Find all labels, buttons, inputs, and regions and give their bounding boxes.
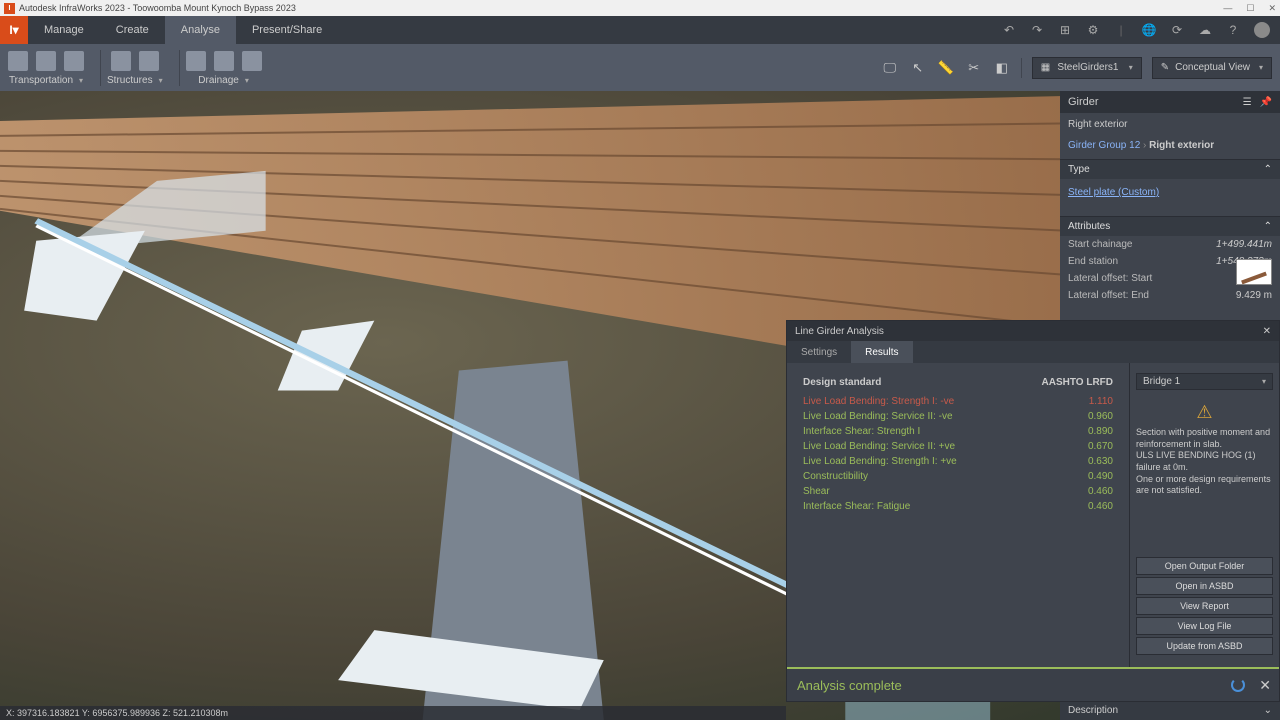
tab-present[interactable]: Present/Share [236,16,338,44]
ribbon-drainage[interactable]: Drainage [186,49,262,86]
bridge-select-label: Bridge 1 [1143,376,1180,387]
cloud-icon[interactable]: ☁ [1198,23,1212,37]
coordinates-readout: X: 397316.183821 Y: 6956375.989936 Z: 52… [6,708,228,718]
bridge-select[interactable]: Bridge 1 [1136,373,1273,390]
view-log-button[interactable]: View Log File [1136,617,1273,635]
result-row[interactable]: Live Load Bending: Strength I: -ve1.110 [803,394,1113,409]
prop-subtitle: Right exterior [1060,113,1280,136]
warning-text: Section with positive moment and reinfor… [1136,427,1273,497]
tab-create[interactable]: Create [100,16,165,44]
analysis-status-bar: Analysis complete ✕ [787,667,1279,701]
crumb-group[interactable]: Girder Group 12 [1068,140,1140,151]
open-output-folder-button[interactable]: Open Output Folder [1136,557,1273,575]
desc-label: Description [1068,705,1118,716]
update-asbd-button[interactable]: Update from ASBD [1136,637,1273,655]
pointer-icon[interactable]: ↖ [909,59,927,77]
grid-icon[interactable]: ⊞ [1058,23,1072,37]
section-description[interactable]: Description⌄ [1060,700,1280,720]
maximize-icon[interactable]: ☐ [1246,3,1254,14]
section-attributes[interactable]: Attributes⌃ [1060,217,1280,236]
ribbon-drainage-label: Drainage [198,75,239,86]
result-row[interactable]: Live Load Bending: Service II: +ve0.670 [803,439,1113,454]
start-chainage-label: Start chainage [1068,239,1133,250]
prop-title: Girder [1068,96,1099,108]
tab-results[interactable]: Results [851,341,912,363]
section-type[interactable]: Type⌃ [1060,160,1280,179]
window-controls: — ☐ ✕ [1223,3,1276,14]
menu-right-icons: ↶ ↷ ⊞ ⚙ | 🌐 ⟳ ☁ ? [1002,16,1280,44]
tab-manage[interactable]: Manage [28,16,100,44]
user-avatar[interactable] [1254,22,1270,38]
refresh-icon[interactable]: ⟳ [1170,23,1184,37]
ribbon-structures-label: Structures [107,75,153,86]
globe-icon[interactable]: 🌐 [1142,23,1156,37]
end-station-label: End station [1068,256,1118,267]
undo-icon[interactable]: ↶ [1002,23,1016,37]
analysis-title: Line Girder Analysis [795,326,884,337]
result-row[interactable]: Constructibility0.490 [803,469,1113,484]
gear-icon[interactable]: ⚙ [1086,23,1100,37]
window-title: Autodesk InfraWorks 2023 - Toowoomba Mou… [19,3,296,13]
menu-icon[interactable]: ☰ [1243,97,1252,108]
analysis-close-icon[interactable]: ✕ [1263,326,1271,337]
app-logo-button[interactable]: I▾ [0,16,28,44]
help-icon[interactable]: ? [1226,23,1240,37]
section-icon[interactable]: ◧ [993,59,1011,77]
lat-start-label: Lateral offset: Start [1068,273,1152,284]
section-attr-label: Attributes [1068,221,1110,232]
result-row[interactable]: Live Load Bending: Strength I: +ve0.630 [803,454,1113,469]
type-thumbnail[interactable] [1236,259,1272,285]
main-menu: I▾ Manage Create Analyse Present/Share ↶… [0,16,1280,44]
girder-select[interactable]: ▦SteelGirders1 [1032,57,1142,79]
analysis-panel: Line Girder Analysis ✕ Settings Results … [786,320,1280,702]
measure-icon[interactable]: 📏 [937,59,955,77]
coord-status-bar: X: 397316.183821 Y: 6956375.989936 Z: 52… [0,706,786,720]
cut-icon[interactable]: ✂ [965,59,983,77]
result-row[interactable]: Live Load Bending: Service II: -ve0.960 [803,409,1113,424]
girder-select-label: SteelGirders1 [1057,62,1118,73]
close-icon[interactable]: ✕ [1268,3,1276,14]
design-std-label: Design standard [803,377,881,388]
app-icon: I [4,3,15,14]
result-row[interactable]: Interface Shear: Strength I0.890 [803,424,1113,439]
crumb-current: Right exterior [1149,140,1214,151]
view-report-button[interactable]: View Report [1136,597,1273,615]
minimize-icon[interactable]: — [1223,3,1232,14]
spinner-icon [1231,678,1245,692]
results-list: Design standard AASHTO LRFD Live Load Be… [787,363,1129,667]
ribbon: Transportation Structures Drainage 🖵 ↖ 📏… [0,44,1280,91]
result-row[interactable]: Shear0.460 [803,484,1113,499]
breadcrumb: Girder Group 12 › Right exterior [1060,136,1280,159]
status-close-icon[interactable]: ✕ [1259,677,1271,694]
display-icon[interactable]: 🖵 [881,59,899,77]
lat-end-value[interactable]: 9.429 m [1236,290,1272,301]
start-chainage-value: 1+499.441m [1216,239,1272,250]
ribbon-transportation-label: Transportation [9,75,73,86]
design-std-value: AASHTO LRFD [1042,377,1113,388]
result-row[interactable]: Interface Shear: Fatigue0.460 [803,499,1113,514]
ribbon-structures[interactable]: Structures [107,49,163,86]
view-mode-label: Conceptual View [1175,62,1250,73]
analysis-status-text: Analysis complete [797,678,902,693]
open-asbd-button[interactable]: Open in ASBD [1136,577,1273,595]
redo-icon[interactable]: ↷ [1030,23,1044,37]
tab-settings[interactable]: Settings [787,341,851,363]
pin-icon[interactable]: 📌 [1260,97,1272,108]
results-side: Bridge 1 ⚠ Section with positive moment … [1129,363,1279,667]
warning-icon: ⚠ [1136,402,1273,423]
type-link[interactable]: Steel plate (Custom) [1060,179,1280,206]
view-mode-select[interactable]: ✎Conceptual View [1152,57,1272,79]
title-bar: I Autodesk InfraWorks 2023 - Toowoomba M… [0,0,1280,16]
tab-analyse[interactable]: Analyse [165,16,236,44]
lat-end-label: Lateral offset: End [1068,290,1149,301]
section-type-label: Type [1068,164,1090,175]
ribbon-transportation[interactable]: Transportation [8,49,84,86]
